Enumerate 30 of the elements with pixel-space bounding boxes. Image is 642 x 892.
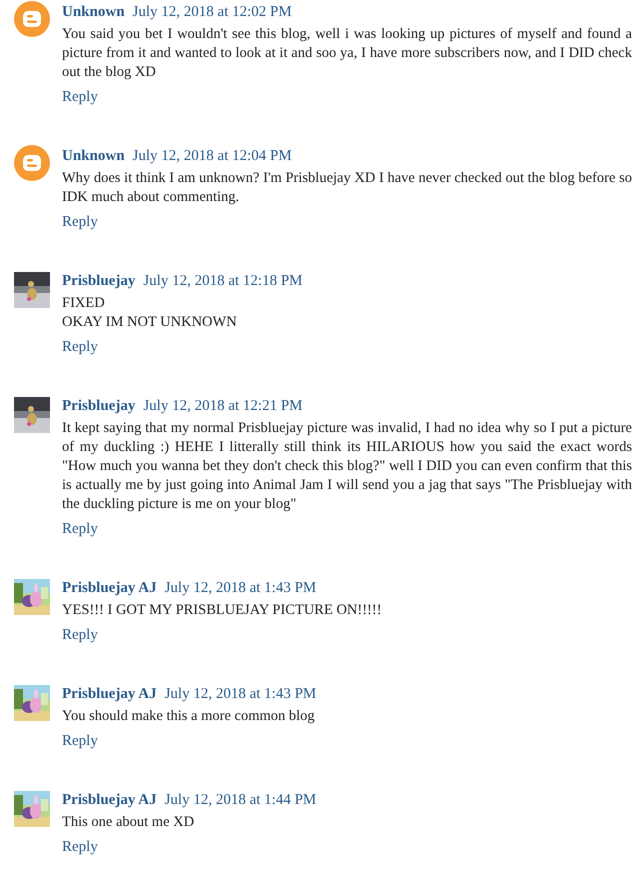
comment-date[interactable]: July 12, 2018 at 12:21 PM — [143, 395, 303, 418]
comment-text: Why does it think I am unknown? I'm Prisbluejay XD I have never checked out the blog before so IDK much about commenting. — [62, 169, 632, 207]
comment-text: You should make this a more common blog — [62, 707, 316, 726]
comment-text: You said you bet I wouldn't see this blog, well i was looking up pictures of myself and found a picture from it and wanted to look at it and soo ya, I have more subscribers now, and I DID check out the blog XD — [62, 25, 632, 82]
reply-link[interactable]: Reply — [62, 732, 98, 751]
comment-date[interactable]: July 12, 2018 at 1:43 PM — [164, 577, 316, 600]
comment-date[interactable]: July 12, 2018 at 12:02 PM — [132, 1, 292, 24]
reply-link[interactable]: Reply — [62, 520, 98, 539]
comment-text: FIXED — [62, 294, 106, 313]
reply-link[interactable]: Reply — [62, 338, 98, 357]
comment-author[interactable]: Prisbluejay AJ — [62, 789, 157, 812]
comment-date[interactable]: July 12, 2018 at 12:04 PM — [132, 145, 292, 168]
comment-date[interactable]: July 12, 2018 at 1:43 PM — [164, 683, 316, 706]
comment-text: YES!!! I GOT MY PRISBLUEJAY PICTURE ON!!!!! — [62, 601, 383, 620]
comment-author[interactable]: Prisbluejay — [62, 395, 136, 418]
comment-author[interactable]: Prisbluejay AJ — [62, 683, 157, 706]
comment-author[interactable]: Prisbluejay AJ — [62, 577, 157, 600]
comment-author[interactable]: Unknown — [62, 1, 125, 24]
comment-author[interactable]: Unknown — [62, 145, 125, 168]
reply-link[interactable]: Reply — [62, 213, 98, 232]
comment-date[interactable]: July 12, 2018 at 12:18 PM — [143, 270, 303, 292]
comment-author[interactable]: Prisbluejay — [62, 270, 136, 292]
reply-link[interactable]: Reply — [62, 88, 98, 107]
blogger-logo-icon — [14, 145, 50, 181]
reply-link[interactable]: Reply — [62, 626, 98, 645]
comment-text: It kept saying that my normal Prisbluejay picture was invalid, I had no idea why so I put a picture of my duckling :) HEHE I litterally still think its HILARIOUS how you said the exact words "How much you wanna bet they don't check this blog?" well I DID you can even confirm that this is actually me by just going into Animal Jam I will send you a jag that says "The Prisbluejay with the duckling picture is me on your blog" — [62, 419, 632, 514]
comment-date[interactable]: July 12, 2018 at 1:44 PM — [164, 789, 316, 812]
reply-link[interactable]: Reply — [62, 838, 98, 857]
comment-text: OKAY IM NOT UNKNOWN — [62, 313, 238, 332]
comment-text: This one about me XD — [62, 813, 196, 832]
